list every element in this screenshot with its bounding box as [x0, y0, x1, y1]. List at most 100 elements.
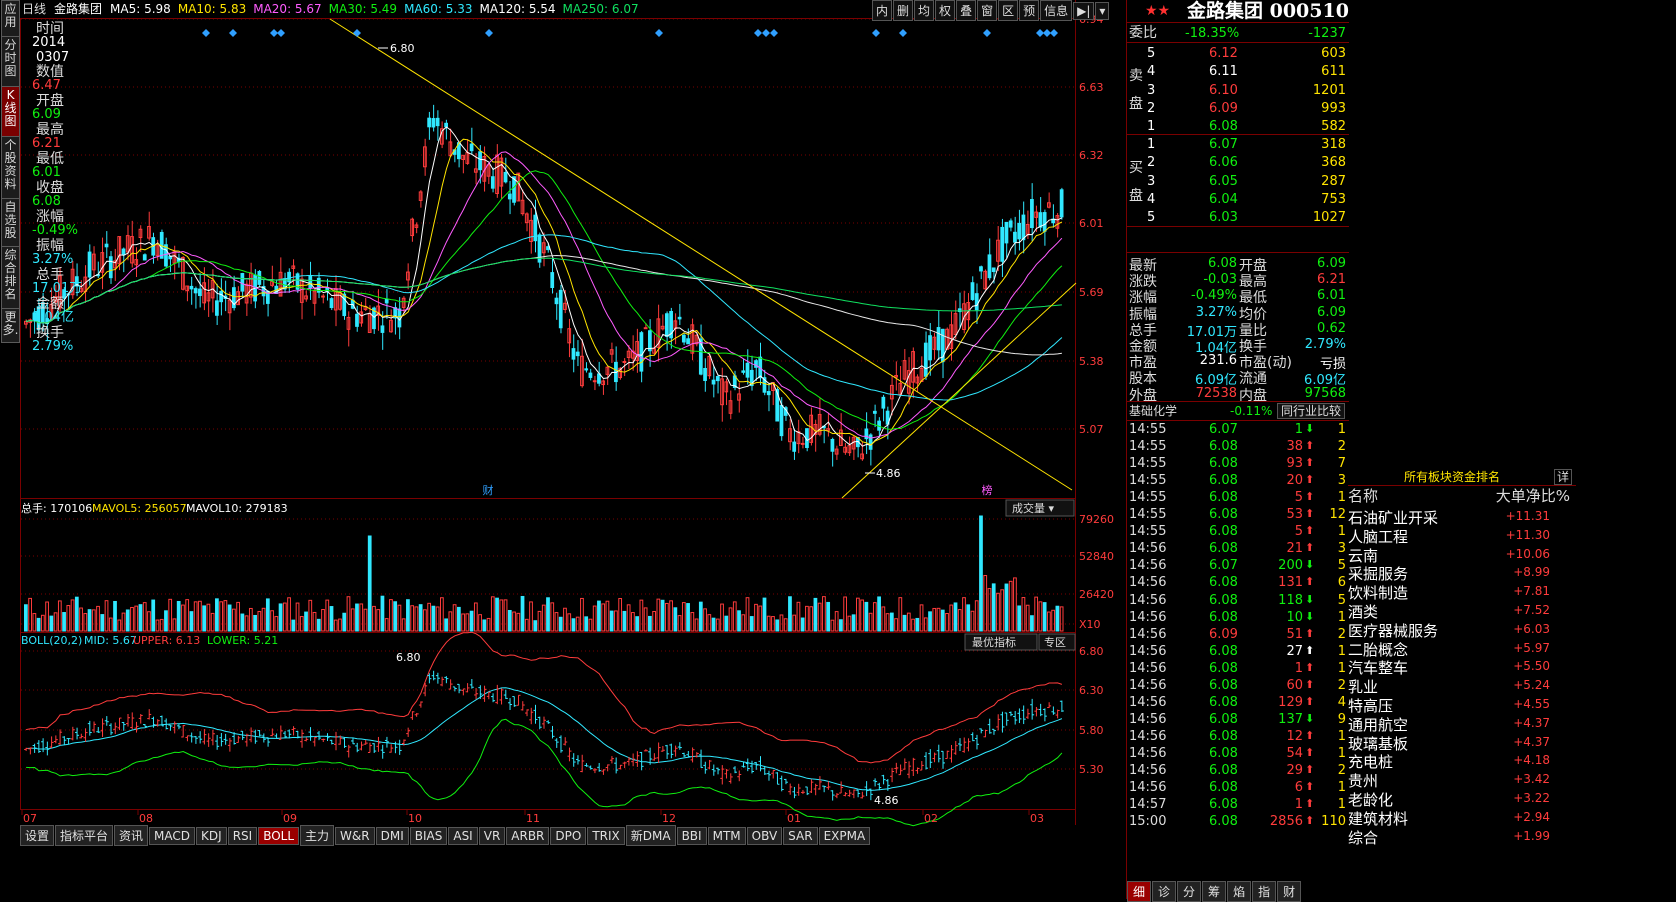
sector-row[interactable]: 医疗器械服务 +6.03	[1348, 619, 1574, 640]
toolbar-btn-8[interactable]: 信息	[1040, 0, 1073, 21]
sidebar-tab-4[interactable]: 自选股	[1, 198, 20, 247]
sector-row[interactable]: 建筑材料 +2.94	[1348, 807, 1574, 828]
indicator-tab-19[interactable]: OBV	[746, 827, 783, 845]
volume-bar	[1042, 602, 1047, 632]
toolbar-btn-1[interactable]: 删	[893, 0, 914, 21]
volume-bar	[45, 601, 49, 632]
volume-bar	[478, 614, 482, 632]
indicator-tab-14[interactable]: DPO	[550, 827, 587, 845]
peer-compare-button[interactable]: 同行业比较	[1277, 403, 1346, 419]
indicator-tab-5[interactable]: RSI	[227, 827, 258, 845]
info-value-3: 6.09	[32, 107, 61, 122]
toolbar-btn-4[interactable]: 叠	[956, 0, 977, 21]
date-axis-label: 10	[408, 812, 422, 825]
price-axis-label: 6.32	[1079, 149, 1104, 162]
indicator-tab-17[interactable]: BBI	[676, 827, 707, 845]
toolbar-btn-9[interactable]: ▶|	[1073, 2, 1095, 20]
sidebar-tab-6[interactable]: 更多.	[1, 308, 20, 343]
indicator-tab-2[interactable]: 资讯	[114, 825, 149, 846]
indicator-tab-3[interactable]: MACD	[149, 827, 196, 845]
indicator-tab-4[interactable]: KDJ	[196, 827, 227, 845]
indicator-tab-21[interactable]: EXPMA	[818, 827, 871, 845]
kline-chart-area[interactable]: 6.946.636.326.015.695.385.076.804.86财榜总手…	[20, 0, 1126, 899]
chart-toolbar: 内删均权叠窗区预信息 ▶| ▾	[871, 0, 1110, 21]
indicator-tab-10[interactable]: BIAS	[409, 827, 448, 845]
volume-bar	[906, 612, 911, 632]
volume-bar	[100, 614, 105, 632]
chart-header: 日线 金路集团 MA5: 5.98 MA10: 5.83 MA20: 5.67 MA30:…	[22, 3, 646, 15]
indicator-tab-11[interactable]: ASI	[448, 827, 478, 845]
indicator-tab-16[interactable]: 新DMA	[625, 825, 676, 846]
tick-row: 14:56 6.08 54 ⬆ 1	[1129, 745, 1346, 761]
period-label[interactable]: 日线	[22, 2, 46, 16]
sector-row[interactable]: 乳业 +5.24	[1348, 675, 1574, 696]
sidebar-tab-1[interactable]: 分时图	[1, 36, 20, 87]
toolbar-btn-2[interactable]: 均	[914, 0, 935, 21]
volume-bar	[894, 618, 898, 632]
candle-body	[622, 360, 627, 363]
indicator-tab-7[interactable]: 主力	[300, 825, 335, 846]
toolbar-btn-3[interactable]: 权	[935, 0, 956, 21]
volume-bar	[210, 612, 215, 632]
price-axis-label: 5.07	[1079, 423, 1104, 436]
sector-row[interactable]: 饮料制造 +7.81	[1348, 581, 1574, 602]
info-label-6: 收盘	[36, 180, 64, 196]
candle-body	[215, 300, 219, 316]
favorite-stars-icon[interactable]: ★★	[1145, 4, 1170, 18]
volume-bar	[766, 615, 771, 632]
candle-body	[779, 404, 784, 437]
candle-body	[715, 376, 720, 382]
indicator-tab-9[interactable]: DMI	[375, 827, 409, 845]
volume-bar	[512, 611, 516, 632]
indicator-tab-1[interactable]: 指标平台	[55, 825, 114, 846]
indicator-tab-6[interactable]: BOLL	[258, 827, 300, 845]
indicator-tab-8[interactable]: W&R	[335, 827, 375, 845]
sector-row[interactable]: 石油矿业开采 +11.31	[1348, 506, 1574, 527]
sector-row[interactable]: 人脑工程 +11.30	[1348, 525, 1574, 546]
sidebar-tab-2[interactable]: K线图	[1, 86, 20, 137]
indicator-tab-13[interactable]: ARBR	[506, 827, 550, 845]
date-axis-label: 01	[787, 812, 801, 825]
sector-row[interactable]: 综合 +1.99	[1348, 826, 1574, 847]
sector-row[interactable]: 特高压 +4.55	[1348, 694, 1574, 715]
event-marker-icon	[770, 29, 778, 37]
sector-row[interactable]: 采掘服务 +8.99	[1348, 562, 1574, 583]
sidebar-tab-3[interactable]: 个股资料	[1, 136, 20, 199]
indicator-tab-18[interactable]: MTM	[707, 827, 746, 845]
sector-detail-button[interactable]: 详	[1554, 469, 1573, 485]
sidebar-tab-5[interactable]: 综合排名	[1, 246, 20, 309]
volume-bar	[979, 515, 983, 632]
indicator-tab-12[interactable]: VR	[478, 827, 506, 845]
toolbar-btn-7[interactable]: 预	[1019, 0, 1040, 21]
indicator-tab-15[interactable]: TRIX	[587, 827, 625, 845]
sector-row[interactable]: 玻璃基板 +4.37	[1348, 732, 1574, 753]
sector-row[interactable]: 二胎概念 +5.97	[1348, 638, 1574, 659]
candle-body	[257, 271, 262, 285]
boll-mid-legend: MID: 5.67	[84, 634, 137, 647]
sector-row[interactable]: 酒类 +7.52	[1348, 600, 1574, 621]
sidebar-tab-0[interactable]: 应用	[1, 0, 20, 37]
date-axis-label: 11	[526, 812, 540, 825]
sector-row[interactable]: 通用航空 +4.37	[1348, 713, 1574, 734]
arrow-up-icon: ⬆	[1305, 643, 1315, 657]
price-high-label: 6.80	[390, 42, 415, 55]
toolbar-btn-0[interactable]: 内	[872, 0, 893, 21]
toolbar-btn-10[interactable]: ▾	[1095, 2, 1110, 20]
indicator-tab-0[interactable]: 设置	[20, 825, 55, 846]
candle-body	[800, 442, 805, 445]
sector-row[interactable]: 汽车整车 +5.50	[1348, 656, 1574, 677]
arrow-up-icon: ⬆	[1305, 473, 1315, 487]
boll-axis-label: 5.30	[1079, 763, 1104, 776]
indicator-tabs: 设置 指标平台 资讯 MACD KDJ RSI BOLL 主力 W&R DMI BIAS ASI VR A…	[20, 825, 871, 846]
volume-bar	[495, 597, 499, 632]
sector-row[interactable]: 充电桩 +4.18	[1348, 750, 1574, 771]
volume-bar	[321, 608, 325, 632]
sector-row[interactable]: 云南 +10.06	[1348, 544, 1574, 565]
volume-bar	[397, 604, 402, 632]
volume-bar	[558, 616, 563, 632]
sector-row[interactable]: 贵州 +3.42	[1348, 769, 1574, 790]
toolbar-btn-5[interactable]: 窗	[977, 0, 998, 21]
sector-row[interactable]: 老龄化 +3.22	[1348, 788, 1574, 809]
toolbar-btn-6[interactable]: 区	[998, 0, 1019, 21]
indicator-tab-20[interactable]: SAR	[783, 827, 818, 845]
